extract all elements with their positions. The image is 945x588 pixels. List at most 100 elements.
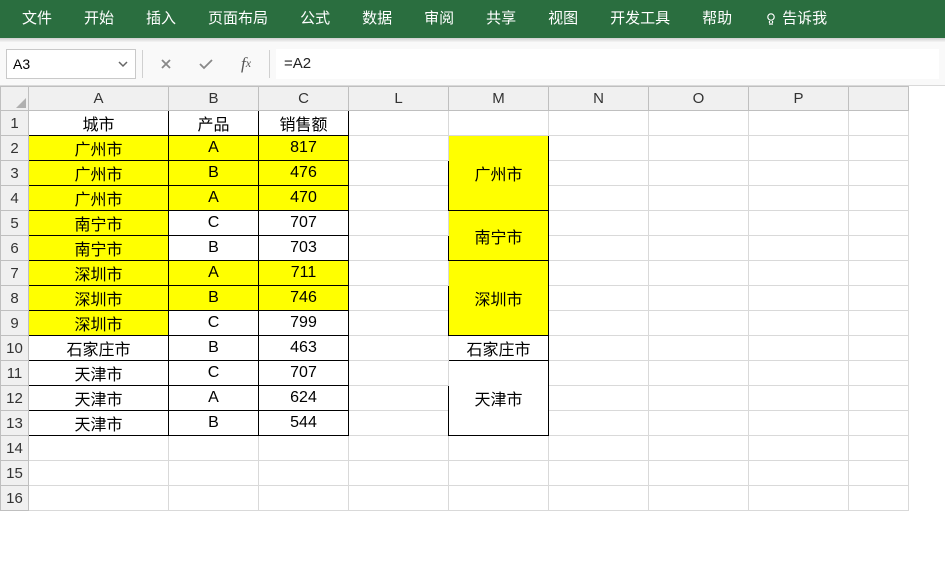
cell[interactable]	[549, 386, 649, 411]
cell[interactable]	[549, 461, 649, 486]
cell[interactable]	[649, 236, 749, 261]
cell[interactable]	[349, 211, 449, 236]
merged-cell[interactable]: 深圳市	[449, 261, 549, 336]
cell[interactable]: 天津市	[29, 386, 169, 411]
cell[interactable]	[849, 211, 909, 236]
ribbon-tab[interactable]: 共享	[470, 0, 532, 38]
cell[interactable]	[749, 436, 849, 461]
cell[interactable]: 746	[259, 286, 349, 311]
cell[interactable]	[649, 161, 749, 186]
fx-icon[interactable]: fx	[229, 49, 263, 79]
name-box[interactable]: A3	[6, 49, 136, 79]
cell[interactable]	[29, 486, 169, 511]
cell[interactable]	[449, 486, 549, 511]
cell[interactable]: 470	[259, 186, 349, 211]
column-header[interactable]: O	[649, 87, 749, 111]
merged-cell[interactable]: 南宁市	[449, 211, 549, 261]
column-header[interactable]: L	[349, 87, 449, 111]
cell[interactable]	[549, 136, 649, 161]
column-header[interactable]: M	[449, 87, 549, 111]
cell[interactable]	[349, 436, 449, 461]
cell[interactable]: A	[169, 186, 259, 211]
cell[interactable]: 544	[259, 411, 349, 436]
cell[interactable]	[849, 461, 909, 486]
row-header[interactable]: 15	[1, 461, 29, 486]
merged-cell[interactable]: 广州市	[449, 136, 549, 211]
column-header[interactable]: A	[29, 87, 169, 111]
cell[interactable]: 深圳市	[29, 311, 169, 336]
cell[interactable]	[749, 186, 849, 211]
cell[interactable]	[169, 461, 259, 486]
select-all-corner[interactable]	[1, 87, 29, 111]
cell[interactable]	[549, 261, 649, 286]
cell[interactable]	[849, 486, 909, 511]
cell[interactable]	[449, 111, 549, 136]
cell[interactable]: 广州市	[29, 136, 169, 161]
cell[interactable]	[749, 211, 849, 236]
cell[interactable]: B	[169, 286, 259, 311]
cell[interactable]	[849, 361, 909, 386]
cell[interactable]: A	[169, 386, 259, 411]
cell[interactable]	[649, 411, 749, 436]
row-header[interactable]: 7	[1, 261, 29, 286]
ribbon-tab[interactable]: 页面布局	[192, 0, 284, 38]
cell[interactable]	[649, 336, 749, 361]
ribbon-tab[interactable]: 插入	[130, 0, 192, 38]
cell[interactable]	[749, 236, 849, 261]
cell[interactable]	[749, 136, 849, 161]
cell[interactable]	[849, 436, 909, 461]
cell[interactable]: 南宁市	[29, 236, 169, 261]
cell[interactable]: C	[169, 211, 259, 236]
chevron-down-icon[interactable]	[117, 58, 129, 70]
cell[interactable]	[259, 436, 349, 461]
cell[interactable]: B	[169, 161, 259, 186]
ribbon-tab[interactable]: 审阅	[408, 0, 470, 38]
cell[interactable]	[349, 186, 449, 211]
cell[interactable]: 703	[259, 236, 349, 261]
row-header[interactable]: 5	[1, 211, 29, 236]
merged-cell[interactable]: 天津市	[449, 361, 549, 436]
cell[interactable]	[549, 361, 649, 386]
cell[interactable]	[549, 186, 649, 211]
cell[interactable]: B	[169, 411, 259, 436]
cell[interactable]	[749, 111, 849, 136]
cell[interactable]	[349, 336, 449, 361]
cell[interactable]	[549, 236, 649, 261]
column-header[interactable]: N	[549, 87, 649, 111]
cell[interactable]	[849, 161, 909, 186]
cell[interactable]	[749, 411, 849, 436]
row-header[interactable]: 2	[1, 136, 29, 161]
cell[interactable]	[749, 261, 849, 286]
cell[interactable]	[649, 486, 749, 511]
row-header[interactable]: 16	[1, 486, 29, 511]
column-header[interactable]: B	[169, 87, 259, 111]
cell[interactable]	[849, 111, 909, 136]
cell[interactable]	[849, 186, 909, 211]
cell[interactable]: 天津市	[29, 361, 169, 386]
cell[interactable]	[649, 461, 749, 486]
ribbon-tab[interactable]: 帮助	[686, 0, 748, 38]
row-header[interactable]: 14	[1, 436, 29, 461]
cell[interactable]	[549, 311, 649, 336]
cell[interactable]	[549, 286, 649, 311]
cell[interactable]	[849, 136, 909, 161]
cell[interactable]	[849, 336, 909, 361]
cell[interactable]	[749, 336, 849, 361]
cell[interactable]	[169, 436, 259, 461]
cell[interactable]	[549, 436, 649, 461]
cell[interactable]: C	[169, 311, 259, 336]
cell[interactable]	[649, 286, 749, 311]
cell[interactable]	[749, 286, 849, 311]
cell[interactable]	[649, 311, 749, 336]
cell[interactable]: 深圳市	[29, 286, 169, 311]
cell[interactable]	[649, 111, 749, 136]
accept-formula-button[interactable]	[189, 49, 223, 79]
row-header[interactable]: 1	[1, 111, 29, 136]
cell[interactable]: A	[169, 136, 259, 161]
ribbon-tab[interactable]: 视图	[532, 0, 594, 38]
cell[interactable]: 463	[259, 336, 349, 361]
cell[interactable]	[349, 461, 449, 486]
cell[interactable]: B	[169, 236, 259, 261]
row-header[interactable]: 6	[1, 236, 29, 261]
cell[interactable]	[259, 461, 349, 486]
